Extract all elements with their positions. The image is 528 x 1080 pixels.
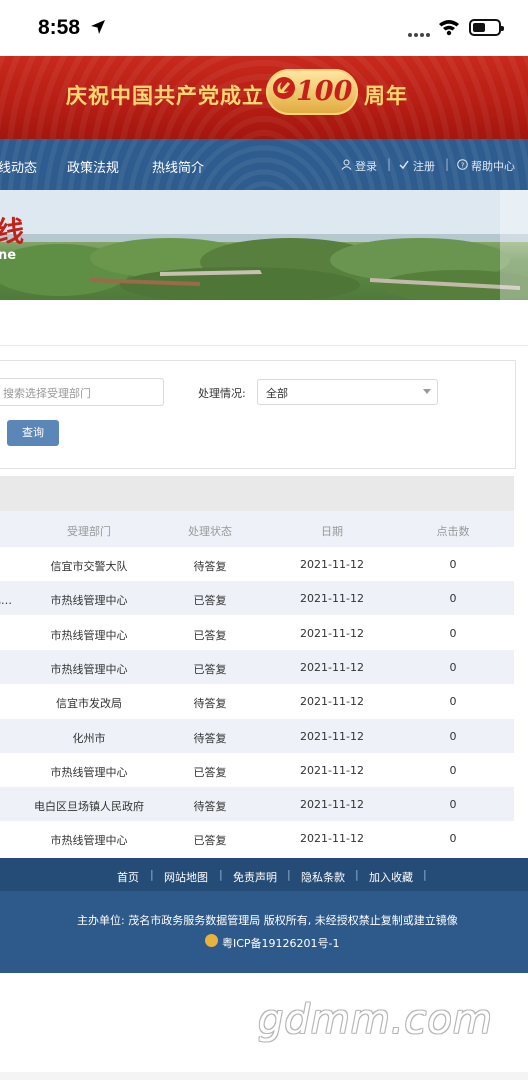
row-department: 信宜市交警大队 <box>50 560 128 573</box>
user-icon <box>341 159 352 170</box>
footer-divider: | <box>355 868 359 881</box>
cellular-signal-icon <box>408 22 432 41</box>
department-search-input[interactable]: 搜索选择受理部门 <box>0 378 164 406</box>
row-status: 已答复 <box>193 663 227 676</box>
row-clicks: 0 <box>449 627 457 640</box>
row-clicks: 0 <box>449 695 457 708</box>
register-link[interactable]: 注册 <box>413 158 435 174</box>
row-clicks: 0 <box>449 730 457 743</box>
row-clicks: 0 <box>449 661 457 674</box>
row-status: 已答复 <box>193 766 227 779</box>
row-date: 2021-11-12 <box>300 798 364 811</box>
photo-title-fragment: 线 <box>0 215 25 248</box>
nav-item-policy[interactable]: 政策法规 <box>67 157 119 176</box>
status-filter-select[interactable]: 全部 <box>257 379 438 405</box>
row-date: 2021-11-12 <box>300 592 364 605</box>
row-department: 信宜市发改局 <box>56 697 122 710</box>
row-status: 待答复 <box>193 697 227 710</box>
nav-divider: | <box>387 157 392 171</box>
column-header-department: 受理部门 <box>67 525 111 538</box>
help-center-link[interactable]: 帮助中心 <box>471 158 515 174</box>
footer-link-disclaimer[interactable]: 免责声明 <box>233 869 277 885</box>
footer-info <box>0 891 528 973</box>
row-department: 电白区旦场镇人民政府 <box>34 800 144 813</box>
mangrove-landscape-image <box>0 190 528 300</box>
row-department: 市热线管理中心 <box>50 834 128 847</box>
nav-item-hotline-news[interactable]: 线动态 <box>0 157 37 176</box>
section-divider <box>0 345 528 346</box>
row-clicks: 0 <box>449 764 457 777</box>
row-clicks: 0 <box>449 832 457 845</box>
login-link[interactable]: 登录 <box>355 158 377 174</box>
search-filter-panel <box>0 360 516 469</box>
banner-number: 100 <box>296 76 353 107</box>
icp-record-link[interactable]: 粤ICP备19126201号-1 <box>222 935 340 951</box>
table-title-bar <box>0 476 514 511</box>
nav-item-about[interactable]: 热线简介 <box>152 157 204 176</box>
row-clicks: 0 <box>449 798 457 811</box>
footer-link-favorite[interactable]: 加入收藏 <box>369 869 413 885</box>
column-header-clicks: 点击数 <box>436 525 470 538</box>
wifi-icon <box>439 20 459 36</box>
footer-divider: | <box>287 868 291 881</box>
row-date: 2021-11-12 <box>300 695 364 708</box>
row-status: 已答复 <box>193 594 227 607</box>
header-photo <box>0 190 528 300</box>
row-department: 市热线管理中心 <box>50 594 128 607</box>
clock: 8:58 <box>38 16 81 39</box>
row-status: 待答复 <box>193 800 227 813</box>
row-department: 化州市 <box>72 732 106 745</box>
row-clicks: 0 <box>449 558 457 571</box>
column-header-status: 处理状态 <box>188 525 232 538</box>
police-badge-icon <box>205 934 218 947</box>
column-header-date: 日期 <box>321 525 343 538</box>
host-organization-text: 主办单位: 茂名市政务服务数据管理局 版权所有, 未经授权禁止复制或建立镜像 <box>77 914 458 927</box>
check-icon <box>399 160 409 170</box>
row-date: 2021-11-12 <box>300 764 364 777</box>
status-filter-label: 处理情况: <box>198 387 246 400</box>
row-department: 市热线管理中心 <box>50 629 128 642</box>
footer-divider: | <box>423 868 427 881</box>
row-clicks: 0 <box>449 592 457 605</box>
home-indicator-area <box>0 1072 528 1080</box>
battery-icon <box>469 19 504 36</box>
row-date: 2021-11-12 <box>300 730 364 743</box>
banner-text-left: 庆祝中国共产党成立 <box>66 84 264 108</box>
footer-link-sitemap[interactable]: 网站地图 <box>164 869 208 885</box>
location-arrow-icon <box>91 20 105 34</box>
row-date: 2021-11-12 <box>300 661 364 674</box>
footer-divider: | <box>219 868 223 881</box>
footer-link-privacy[interactable]: 隐私条款 <box>301 869 345 885</box>
row-date: 2021-11-12 <box>300 832 364 845</box>
row-status: 已答复 <box>193 834 227 847</box>
photo-subtitle-fragment: ne <box>0 248 17 263</box>
row-status: 已答复 <box>193 629 227 642</box>
row-department: 市热线管理中心 <box>50 663 128 676</box>
query-button[interactable]: 查询 <box>7 420 59 446</box>
row-date: 2021-11-12 <box>300 558 364 571</box>
help-icon: ? <box>457 159 468 170</box>
row-status: 待答复 <box>193 560 227 573</box>
footer-divider: | <box>150 868 154 881</box>
footer-link-home[interactable]: 首页 <box>117 869 139 885</box>
banner-text-right: 周年 <box>364 84 408 108</box>
nav-divider: | <box>445 157 450 171</box>
row-status: 待答复 <box>193 732 227 745</box>
chevron-down-icon <box>423 389 431 394</box>
hammer-sickle-icon <box>273 77 295 99</box>
row-department: 市热线管理中心 <box>50 766 128 779</box>
svg-text:?: ? <box>461 161 465 169</box>
row-date: 2021-11-12 <box>300 627 364 640</box>
site-watermark: gdmm.com <box>258 997 493 1043</box>
